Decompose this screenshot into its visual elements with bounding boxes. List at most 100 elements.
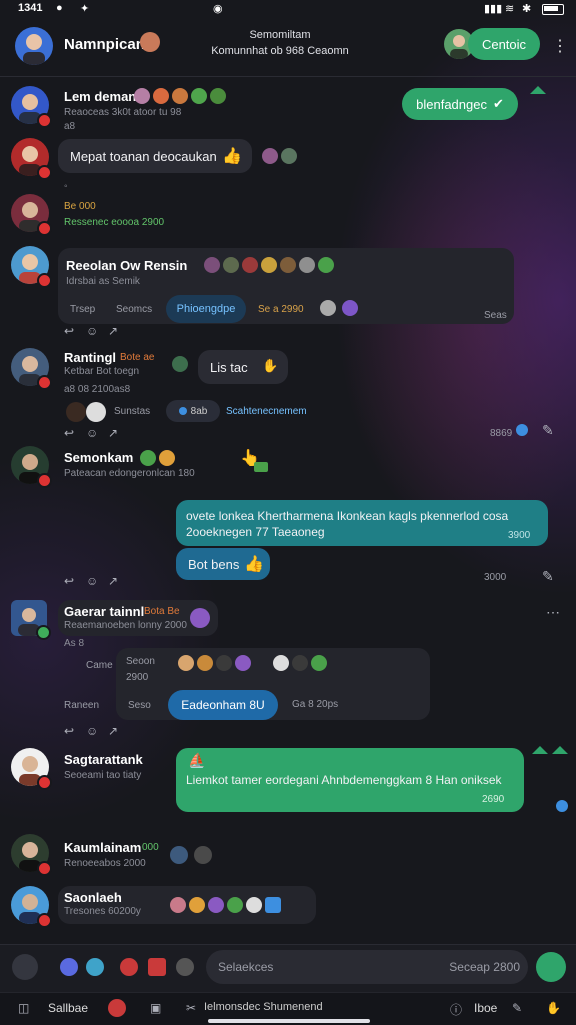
reply-icon[interactable]: ↩: [64, 426, 74, 440]
message-card[interactable]: Reeolan Ow Rensin Idrsbai as Semik Trsep…: [58, 248, 514, 324]
share-icon[interactable]: ↗: [108, 724, 118, 738]
reaction-icon[interactable]: [197, 655, 213, 671]
chip-label[interactable]: Se a 2990: [258, 304, 304, 315]
send-button[interactable]: [536, 952, 566, 982]
reaction-icon[interactable]: [261, 257, 277, 273]
reaction-icon[interactable]: [189, 897, 205, 913]
reaction-icon[interactable]: [235, 655, 251, 671]
link-chip[interactable]: 8ab: [166, 400, 220, 422]
reaction-icon[interactable]: [318, 257, 334, 273]
outgoing-bubble[interactable]: ovete lonkea Khertharmena Ikonkean kagls…: [176, 500, 548, 546]
reaction-icon[interactable]: [281, 148, 297, 164]
reaction-icon[interactable]: [299, 257, 315, 273]
square-icon[interactable]: ▣: [150, 1001, 161, 1015]
message-header-card[interactable]: Gaerar tainnl Bota Be Reaemanoeben lonny…: [58, 600, 218, 636]
chip-label[interactable]: Sunstas: [114, 406, 150, 417]
pin-icon[interactable]: ✎: [542, 568, 554, 585]
reply-icon[interactable]: ↩: [64, 324, 74, 338]
reaction-icon[interactable]: [227, 897, 243, 913]
quick-react-icon[interactable]: [176, 958, 194, 976]
nav-app-icon[interactable]: [108, 999, 126, 1017]
share-icon[interactable]: ↗: [108, 426, 118, 440]
message-meta: a8 08 2100as8: [64, 384, 131, 395]
outgoing-chip[interactable]: Bot bens 👍: [176, 548, 270, 580]
reaction-icon[interactable]: [210, 88, 226, 104]
reaction-icon[interactable]: [140, 450, 156, 466]
react-icon[interactable]: ☺: [86, 426, 98, 440]
more-options-icon[interactable]: ⋮: [552, 36, 568, 56]
react-icon[interactable]: ☺: [86, 324, 98, 338]
nav-item-label[interactable]: Sallbae: [48, 1001, 88, 1015]
reaction-icon[interactable]: [342, 300, 358, 316]
reaction-icon[interactable]: [208, 897, 224, 913]
back-icon[interactable]: ◫: [18, 1001, 29, 1015]
reply-icon[interactable]: ↩: [64, 574, 74, 588]
reaction-icon[interactable]: [153, 88, 169, 104]
reaction-icon[interactable]: [172, 88, 188, 104]
info-icon[interactable]: ⓘ: [450, 1001, 462, 1018]
react-icon[interactable]: ☺: [86, 724, 98, 738]
chip-label[interactable]: 2900: [126, 672, 148, 683]
media-thumb[interactable]: [86, 402, 106, 422]
outgoing-bubble[interactable]: ⛵ Liemkot tamer eordegani Ahnbdemenggkam…: [176, 748, 524, 812]
reaction-icon[interactable]: [280, 257, 296, 273]
reaction-icon[interactable]: [246, 897, 262, 913]
sender-name: Kaumlainam: [64, 840, 142, 855]
chat-icon[interactable]: ✎: [512, 1001, 522, 1015]
reaction-icon[interactable]: [292, 655, 308, 671]
reaction-icon[interactable]: [190, 608, 210, 628]
reaction-icon[interactable]: [223, 257, 239, 273]
status-badge: [37, 221, 52, 236]
nav-item-label[interactable]: Iboe: [474, 1001, 497, 1015]
media-thumb[interactable]: [66, 402, 86, 422]
reaction-icon[interactable]: [265, 897, 281, 913]
chip-label[interactable]: Ga 8 20ps: [292, 699, 338, 710]
action-chip[interactable]: Eadeonham 8U: [168, 690, 278, 720]
pin-icon[interactable]: ✎: [542, 422, 554, 439]
message-card[interactable]: Saonlaeh Tresones 60200y: [58, 886, 316, 924]
share-icon[interactable]: ↗: [108, 324, 118, 338]
chip-label[interactable]: Came: [86, 660, 113, 671]
emoji-picker-icon[interactable]: [12, 954, 38, 980]
quick-react-icon[interactable]: [148, 958, 166, 976]
reaction-icon[interactable]: [262, 148, 278, 164]
contact-action-button[interactable]: Centoic: [468, 28, 540, 60]
link-chip[interactable]: Phioengdpe: [166, 295, 246, 323]
tools-icon[interactable]: ✂: [186, 1001, 196, 1015]
quick-react-icon[interactable]: [60, 958, 78, 976]
quick-react-icon[interactable]: [86, 958, 104, 976]
reaction-icon[interactable]: [194, 846, 212, 864]
react-icon[interactable]: ☺: [86, 574, 98, 588]
more-options-icon[interactable]: ⋯: [546, 604, 560, 621]
reaction-icon[interactable]: [216, 655, 232, 671]
chip-label[interactable]: Seomcs: [116, 304, 152, 315]
chip-label[interactable]: Seso: [128, 700, 151, 711]
chip-label[interactable]: Seoon: [126, 656, 155, 667]
channel-name[interactable]: Namnpican: [64, 36, 145, 53]
reaction-icon[interactable]: [172, 356, 188, 372]
quick-react-icon[interactable]: [120, 958, 138, 976]
message-bubble[interactable]: Mepat toanan deocaukan 👍: [58, 139, 252, 173]
reaction-icon[interactable]: [170, 846, 188, 864]
reaction-icon[interactable]: [311, 655, 327, 671]
nav-item-label[interactable]: Ielmonsdec Shumenend: [204, 1001, 323, 1013]
reaction-icon[interactable]: [204, 257, 220, 273]
reaction-icon[interactable]: [242, 257, 258, 273]
link-text[interactable]: Scahtenecnemem: [226, 406, 307, 417]
reaction-icon[interactable]: [170, 897, 186, 913]
reaction-icon[interactable]: [159, 450, 175, 466]
reply-icon[interactable]: ↩: [64, 724, 74, 738]
message-bubble[interactable]: Lis tac ✋: [198, 350, 288, 384]
reaction-icon[interactable]: [134, 88, 150, 104]
chip-label[interactable]: Raneen: [64, 700, 99, 711]
chip-label[interactable]: Trsep: [70, 304, 95, 315]
reaction-icon[interactable]: [320, 300, 336, 316]
reaction-icon[interactable]: [178, 655, 194, 671]
hand-icon[interactable]: ✋: [546, 1001, 561, 1015]
channel-avatar[interactable]: [15, 27, 53, 65]
share-icon[interactable]: ↗: [108, 574, 118, 588]
reaction-icon[interactable]: [191, 88, 207, 104]
reaction-icon[interactable]: [273, 655, 289, 671]
message-input[interactable]: Selaekces Seceap 2800: [206, 950, 528, 984]
outgoing-bubble[interactable]: blenfadngec ✔: [402, 88, 518, 120]
